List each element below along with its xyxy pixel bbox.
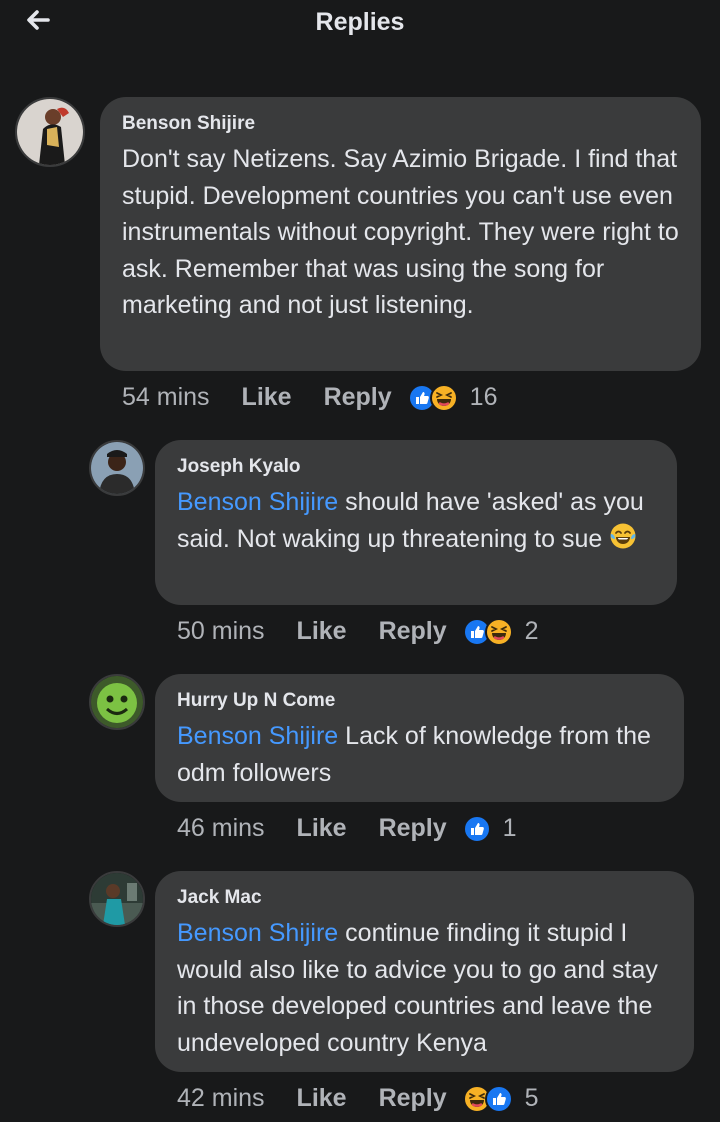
reaction-summary[interactable]: 2 [463, 617, 539, 646]
comment-actions: 42 mins Like Reply 5 [177, 1084, 539, 1113]
page-title: Replies [315, 8, 405, 36]
comment-bubble: Hurry Up N Come Benson Shijire Lack of k… [155, 674, 684, 802]
reaction-summary[interactable]: 16 [408, 383, 498, 412]
haha-reaction-icon [430, 384, 458, 412]
comment-time[interactable]: 54 mins [122, 383, 210, 412]
comment-text: Don't say Netizens. Say Azimio Brigade. … [122, 145, 679, 319]
reaction-count: 5 [524, 1084, 539, 1112]
reply-button[interactable]: Reply [379, 1084, 447, 1113]
top-bar: Replies [0, 0, 720, 50]
comment-text: Benson Shijire should have 'asked' as yo… [177, 484, 657, 557]
like-button[interactable]: Like [297, 1084, 347, 1113]
like-button[interactable]: Like [297, 814, 347, 843]
tears-of-joy-emoji-icon [609, 522, 637, 550]
like-button[interactable]: Like [297, 617, 347, 646]
comment-author[interactable]: Joseph Kyalo [177, 454, 657, 480]
haha-reaction-icon [485, 618, 513, 646]
like-reaction-icon [485, 1085, 513, 1113]
mention-link[interactable]: Benson Shijire [177, 488, 338, 516]
comment-author[interactable]: Benson Shijire [122, 111, 681, 137]
comment-time[interactable]: 46 mins [177, 814, 265, 843]
reply-button[interactable]: Reply [379, 617, 447, 646]
reaction-count: 2 [524, 617, 539, 645]
comment-actions: 50 mins Like Reply 2 [177, 617, 539, 646]
reply-button[interactable]: Reply [324, 383, 392, 412]
comment-text: Benson Shijire Lack of knowledge from th… [177, 718, 664, 791]
reaction-summary[interactable]: 1 [463, 814, 517, 843]
comment-actions: 46 mins Like Reply 1 [177, 814, 517, 843]
avatar[interactable] [89, 871, 145, 927]
avatar[interactable] [89, 674, 145, 730]
reaction-count: 16 [469, 383, 498, 411]
like-button[interactable]: Like [242, 383, 292, 412]
comment-author[interactable]: Hurry Up N Come [177, 688, 664, 714]
avatar[interactable] [89, 440, 145, 496]
comment-time[interactable]: 42 mins [177, 1084, 265, 1113]
avatar[interactable] [15, 97, 85, 167]
reply-button[interactable]: Reply [379, 814, 447, 843]
reaction-summary[interactable]: 5 [463, 1084, 539, 1113]
comment-time[interactable]: 50 mins [177, 617, 265, 646]
mention-link[interactable]: Benson Shijire [177, 919, 338, 947]
comment-actions: 54 mins Like Reply 16 [122, 383, 497, 412]
like-reaction-icon [463, 815, 491, 843]
mention-link[interactable]: Benson Shijire [177, 722, 338, 750]
comment-text: Benson Shijire continue finding it stupi… [177, 915, 674, 1061]
comment-author[interactable]: Jack Mac [177, 885, 674, 911]
comment-bubble: Jack Mac Benson Shijire continue finding… [155, 871, 694, 1072]
reaction-count: 1 [502, 814, 517, 842]
comment-bubble: Benson Shijire Don't say Netizens. Say A… [100, 97, 701, 371]
comment-bubble: Joseph Kyalo Benson Shijire should have … [155, 440, 677, 605]
